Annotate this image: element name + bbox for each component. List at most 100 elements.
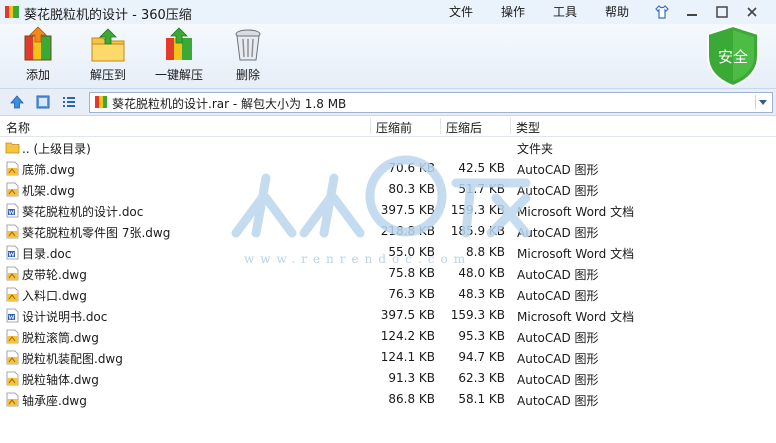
file-type: AutoCAD 图形: [517, 373, 599, 387]
dwg-file-icon: [6, 350, 19, 365]
detail-view-icon[interactable]: [61, 94, 77, 110]
file-row[interactable]: 机架.dwg 80.3 KB 51.7 KB AutoCAD 图形: [0, 179, 776, 200]
file-size-after: 48.0 KB: [458, 266, 505, 280]
file-name: 轴承座.dwg: [22, 394, 87, 408]
close-icon[interactable]: [744, 4, 760, 20]
up-arrow-icon[interactable]: [9, 94, 25, 110]
file-size-after: 8.8 KB: [466, 245, 505, 259]
file-row[interactable]: 脱粒机装配图.dwg 124.1 KB 94.7 KB AutoCAD 图形: [0, 347, 776, 368]
large-icon-view-icon[interactable]: [35, 94, 51, 110]
column-name[interactable]: 名称: [6, 119, 30, 136]
file-size-before: 80.3 KB: [388, 182, 435, 196]
file-type: AutoCAD 图形: [517, 163, 599, 177]
file-size-before: 397.5 KB: [380, 308, 435, 322]
file-row[interactable]: 皮带轮.dwg 75.8 KB 48.0 KB AutoCAD 图形: [0, 263, 776, 284]
add-label: 添加: [25, 68, 50, 82]
dwg-file-icon: [6, 392, 19, 407]
file-name: .. (上级目录): [22, 142, 91, 156]
column-divider[interactable]: [370, 118, 371, 134]
file-size-after: 159.3 KB: [450, 203, 505, 217]
file-size-before: 124.2 KB: [380, 329, 435, 343]
file-size-before: 75.8 KB: [388, 266, 435, 280]
file-type: AutoCAD 图形: [517, 289, 599, 303]
column-divider[interactable]: [440, 118, 441, 134]
file-size-before: 397.5 KB: [380, 203, 435, 217]
file-size-after: 94.7 KB: [458, 350, 505, 364]
file-type: AutoCAD 图形: [517, 394, 599, 408]
security-shield-icon[interactable]: 安全: [704, 24, 762, 88]
one-click-extract-icon: [166, 27, 192, 60]
file-name: 设计说明书.doc: [22, 310, 108, 324]
file-name: 脱粒机装配图.dwg: [22, 352, 123, 366]
menu-help[interactable]: 帮助: [605, 3, 629, 20]
file-size-after: 95.3 KB: [458, 329, 505, 343]
add-archive-icon: [24, 26, 52, 61]
file-size-before: 86.8 KB: [388, 392, 435, 406]
file-size-after: 62.3 KB: [458, 371, 505, 385]
file-row[interactable]: 入料口.dwg 76.3 KB 48.3 KB AutoCAD 图形: [0, 284, 776, 305]
file-row[interactable]: 脱粒滚筒.dwg 124.2 KB 95.3 KB AutoCAD 图形: [0, 326, 776, 347]
doc-file-icon: [6, 308, 19, 323]
file-name: 目录.doc: [22, 247, 72, 261]
menu-tools[interactable]: 工具: [553, 3, 577, 20]
extract-folder-icon: [91, 28, 125, 62]
window-title: 葵花脱粒机的设计 - 360压缩: [24, 8, 192, 23]
doc-file-icon: [6, 203, 19, 218]
file-size-before: 91.3 KB: [388, 371, 435, 385]
navigation-bar: 葵花脱粒机的设计.rar - 解包大小为 1.8 MB: [0, 89, 776, 116]
delete-label: 删除: [235, 68, 260, 82]
file-type: AutoCAD 图形: [517, 268, 599, 282]
file-size-before: 76.3 KB: [388, 287, 435, 301]
maximize-icon[interactable]: [714, 4, 730, 20]
file-row[interactable]: 葵花脱粒机的设计.doc 397.5 KB 159.3 KB Microsoft Wo…: [0, 200, 776, 221]
dwg-file-icon: [6, 224, 19, 239]
security-badge-label: 安全: [718, 48, 748, 66]
skin-shirt-icon[interactable]: [654, 4, 670, 20]
rar-file-icon: [95, 96, 107, 108]
file-size-after: 48.3 KB: [458, 287, 505, 301]
file-size-before: 124.1 KB: [380, 350, 435, 364]
menu-operate[interactable]: 操作: [501, 3, 525, 20]
file-size-after: 51.7 KB: [458, 182, 505, 196]
minimize-icon[interactable]: [684, 4, 700, 20]
dwg-file-icon: [6, 329, 19, 344]
toolbar: 添加 解压到 一键解压 删除: [0, 24, 776, 89]
column-divider[interactable]: [510, 118, 511, 134]
file-size-before: 55.0 KB: [388, 245, 435, 259]
trash-can-icon: [235, 29, 261, 61]
file-type: AutoCAD 图形: [517, 352, 599, 366]
file-row[interactable]: 轴承座.dwg 86.8 KB 58.1 KB AutoCAD 图形: [0, 389, 776, 410]
extract-to-button[interactable]: 解压到: [86, 26, 130, 86]
file-name: 脱粒轴体.dwg: [22, 373, 99, 387]
title-bar: 葵花脱粒机的设计 - 360压缩 文件 操作 工具 帮助: [0, 0, 776, 24]
column-packed-before[interactable]: 压缩前: [376, 119, 412, 136]
file-list: .. (上级目录) 文件夹底筛.dwg 70.6 KB 42.5 KB AutoCAD …: [0, 137, 776, 410]
chevron-down-icon[interactable]: [755, 95, 770, 109]
file-type: 文件夹: [517, 142, 554, 156]
file-name: 底筛.dwg: [22, 163, 75, 177]
column-packed-after[interactable]: 压缩后: [446, 119, 482, 136]
file-name: 葵花脱粒机的设计.doc: [22, 205, 144, 219]
file-size-after: 58.1 KB: [458, 392, 505, 406]
add-button[interactable]: 添加: [16, 26, 60, 86]
delete-button[interactable]: 删除: [228, 26, 268, 86]
file-type: Microsoft Word 文档: [517, 247, 635, 261]
dwg-file-icon: [6, 287, 19, 302]
one-click-extract-label: 一键解压: [154, 68, 203, 82]
file-row[interactable]: .. (上级目录) 文件夹: [0, 137, 776, 158]
dwg-file-icon: [6, 266, 19, 281]
one-click-extract-button[interactable]: 一键解压: [150, 26, 208, 86]
file-row[interactable]: 脱粒轴体.dwg 91.3 KB 62.3 KB AutoCAD 图形: [0, 368, 776, 389]
file-row[interactable]: 目录.doc 55.0 KB 8.8 KB Microsoft Word 文档: [0, 242, 776, 263]
path-field[interactable]: 葵花脱粒机的设计.rar - 解包大小为 1.8 MB: [89, 92, 773, 113]
archive-app-icon: [5, 6, 19, 18]
file-size-before: 218.8 KB: [380, 224, 435, 238]
file-type: AutoCAD 图形: [517, 184, 599, 198]
file-row[interactable]: 葵花脱粒机零件图 7张.dwg 218.8 KB 185.9 KB AutoCAD 图…: [0, 221, 776, 242]
file-row[interactable]: 底筛.dwg 70.6 KB 42.5 KB AutoCAD 图形: [0, 158, 776, 179]
menu-file[interactable]: 文件: [449, 3, 473, 20]
file-size-after: 159.3 KB: [450, 308, 505, 322]
file-row[interactable]: 设计说明书.doc 397.5 KB 159.3 KB Microsoft Word …: [0, 305, 776, 326]
file-name: 脱粒滚筒.dwg: [22, 331, 99, 345]
column-type[interactable]: 类型: [516, 119, 540, 136]
